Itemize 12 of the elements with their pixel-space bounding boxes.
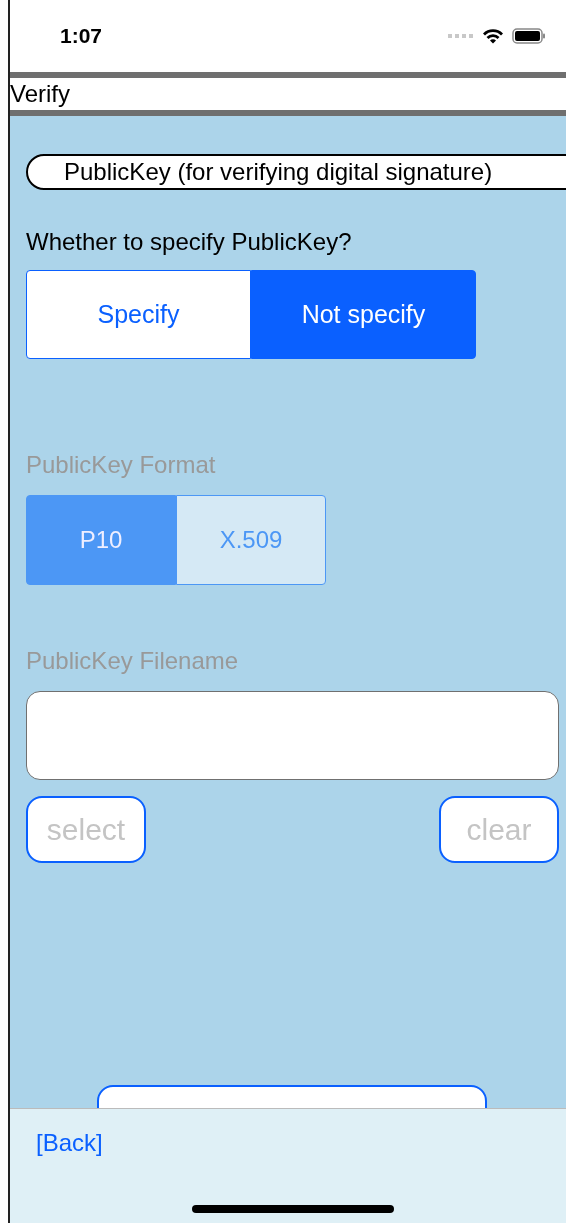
segment-option[interactable]: Not specify [251, 270, 476, 359]
format-label: PublicKey Format [26, 451, 217, 479]
screen-title: Verify [10, 79, 72, 109]
back-link[interactable]: [Back] [36, 1129, 103, 1157]
wifi-icon [482, 28, 504, 44]
question-label: Whether to specify PublicKey? [26, 228, 353, 256]
section-heading: PublicKey (for verifying digital signature) [26, 154, 566, 190]
battery-icon [512, 28, 546, 44]
status-time: 1:07 [60, 24, 103, 48]
filename-label: PublicKey Filename [26, 647, 240, 675]
segment-option[interactable]: Specify [26, 270, 251, 359]
signal-icon [448, 33, 474, 39]
